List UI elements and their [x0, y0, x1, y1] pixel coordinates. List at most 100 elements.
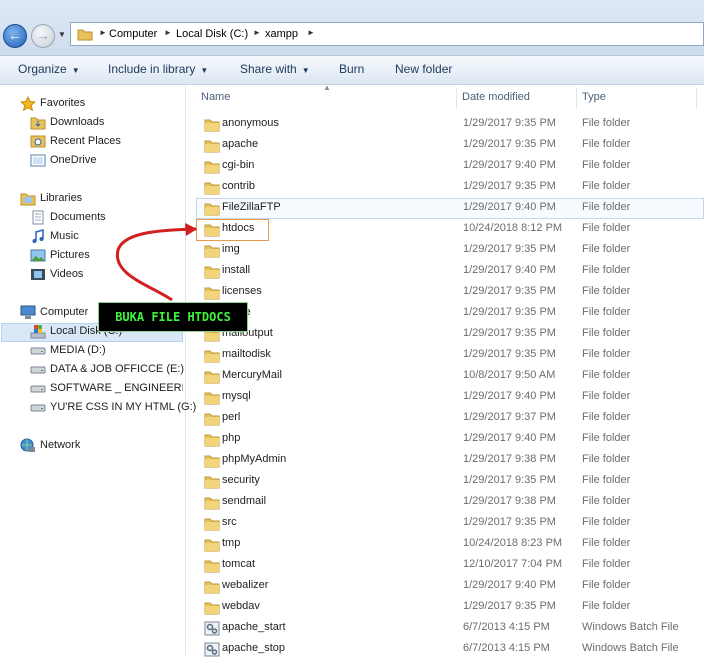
file-type: File folder: [582, 159, 631, 171]
windows-drive-icon: [30, 325, 46, 339]
burn-button[interactable]: Burn: [339, 62, 364, 76]
file-row[interactable]: licenses 1/29/2017 9:35 PM File folder: [200, 282, 690, 302]
file-row[interactable]: src 1/29/2017 9:35 PM File folder: [200, 513, 690, 533]
file-row[interactable]: phpMyAdmin 1/29/2017 9:38 PM File folder: [200, 450, 690, 470]
file-row[interactable]: security 1/29/2017 9:35 PM File folder: [200, 471, 690, 491]
file-date: 10/8/2017 9:50 AM: [463, 369, 556, 381]
organize-button[interactable]: Organize ▼: [18, 62, 80, 76]
column-header-date[interactable]: Date modified: [462, 91, 530, 103]
column-header-name[interactable]: Name: [201, 91, 230, 103]
file-row[interactable]: mailtodisk 1/29/2017 9:35 PM File folder: [200, 345, 690, 365]
onedrive-icon: [30, 154, 46, 167]
include-in-library-button[interactable]: Include in library ▼: [108, 62, 208, 76]
file-date: 1/29/2017 9:35 PM: [463, 600, 556, 612]
file-row[interactable]: apache_stop 6/7/2013 4:15 PM Windows Batch…: [200, 639, 690, 659]
breadcrumb-separator-icon[interactable]: ►: [307, 28, 315, 37]
address-field[interactable]: ► Computer ► Local Disk (C:) ► xampp ►: [70, 22, 704, 46]
videos-icon: [31, 269, 45, 280]
file-type: Windows Batch File: [582, 642, 679, 654]
file-date: 1/29/2017 9:38 PM: [463, 453, 556, 465]
file-row[interactable]: webalizer 1/29/2017 9:40 PM File folder: [200, 576, 690, 596]
history-dropdown-icon[interactable]: ▼: [58, 30, 66, 39]
file-row[interactable]: apache_start 6/7/2013 4:15 PM Windows Batc…: [200, 618, 690, 638]
file-name: MercuryMail: [222, 369, 282, 381]
nav-data-label: DATA & JOB OFFICCE (E:): [50, 363, 185, 375]
network-icon: [20, 438, 35, 452]
sort-ascending-icon: ▲: [323, 83, 331, 92]
column-divider[interactable]: [576, 87, 577, 109]
file-date: 10/24/2018 8:12 PM: [463, 222, 563, 234]
nav-software-drive[interactable]: SOFTWARE _ ENGINEERING: [30, 379, 183, 398]
file-row[interactable]: php 1/29/2017 9:40 PM File folder: [200, 429, 690, 449]
file-row[interactable]: perl 1/29/2017 9:37 PM File folder: [200, 408, 690, 428]
file-row[interactable]: MercuryMail 10/8/2017 9:50 AM File folder: [200, 366, 690, 386]
folder-icon: [204, 518, 220, 531]
breadcrumb-xampp[interactable]: xampp: [265, 28, 298, 40]
breadcrumb-separator-icon[interactable]: ►: [253, 28, 261, 37]
breadcrumb-separator-icon[interactable]: ►: [99, 28, 107, 37]
file-name: apache: [222, 138, 259, 150]
file-type: File folder: [582, 138, 631, 150]
file-date: 1/29/2017 9:35 PM: [463, 327, 556, 339]
folder-icon: [204, 245, 220, 258]
breadcrumb-local-disk[interactable]: Local Disk (C:): [176, 28, 248, 40]
breadcrumb-computer[interactable]: Computer: [109, 28, 157, 40]
file-name: security: [222, 474, 260, 486]
file-row[interactable]: htdocs 10/24/2018 8:12 PM File folder: [200, 219, 690, 239]
new-folder-button[interactable]: New folder: [395, 62, 452, 76]
nav-libraries-label: Libraries: [40, 192, 83, 204]
folder-icon: [204, 287, 220, 300]
address-bar-area: ← → ▼ ► Computer ► Local Disk (C:) ► xam…: [0, 0, 704, 56]
file-row[interactable]: webdav 1/29/2017 9:35 PM File folder: [200, 597, 690, 617]
file-row[interactable]: install 1/29/2017 9:40 PM File folder: [200, 261, 690, 281]
file-row[interactable]: sendmail 1/29/2017 9:38 PM File folder: [200, 492, 690, 512]
file-date: 1/29/2017 9:35 PM: [463, 516, 556, 528]
file-type: Windows Batch File: [582, 621, 679, 633]
folder-icon: [204, 392, 220, 405]
file-row[interactable]: FileZillaFTP 1/29/2017 9:40 PM File folder: [200, 198, 690, 218]
file-name: phpMyAdmin: [222, 453, 287, 465]
file-row[interactable]: apache 1/29/2017 9:35 PM File folder: [200, 135, 690, 155]
breadcrumb-separator-icon[interactable]: ►: [164, 28, 172, 37]
folder-icon: [204, 182, 220, 195]
file-date: 1/29/2017 9:38 PM: [463, 495, 556, 507]
folder-icon: [77, 29, 93, 41]
file-name: anonymous: [222, 117, 279, 129]
file-row[interactable]: mysql 1/29/2017 9:40 PM File folder: [200, 387, 690, 407]
file-name: tomcat: [222, 558, 256, 570]
file-row[interactable]: cgi-bin 1/29/2017 9:40 PM File folder: [200, 156, 690, 176]
file-row[interactable]: locale1/29/2017 9:35 PMFile folder: [200, 303, 690, 323]
file-row[interactable]: tomcat 12/10/2017 7:04 PM File folder: [200, 555, 690, 575]
file-type: File folder: [582, 285, 631, 297]
forward-arrow-icon: →: [36, 27, 50, 43]
file-name: contrib: [222, 180, 256, 192]
file-row[interactable]: img 1/29/2017 9:35 PM File folder: [200, 240, 690, 260]
folder-icon: [204, 266, 220, 279]
folder-icon: [204, 434, 220, 447]
file-row[interactable]: mailoutput 1/29/2017 9:35 PM File folder: [200, 324, 690, 344]
forward-button[interactable]: →: [31, 24, 55, 48]
include-label: Include in library: [108, 62, 196, 76]
nav-media-label: MEDIA (D:): [50, 344, 106, 356]
file-row[interactable]: contrib 1/29/2017 9:35 PM File folder: [200, 177, 690, 197]
folder-icon: [204, 497, 220, 510]
share-with-button[interactable]: Share with ▼: [240, 62, 310, 76]
file-name: webalizer: [222, 579, 269, 591]
file-row[interactable]: tmp 10/24/2018 8:23 PM File folder: [200, 534, 690, 554]
file-name: apache_stop: [222, 642, 285, 654]
folder-icon: [204, 140, 220, 153]
file-type: File folder: [582, 369, 631, 381]
recent-places-icon: [30, 135, 46, 148]
file-type: File folder: [582, 264, 631, 276]
file-type: File folder: [582, 600, 631, 612]
column-divider[interactable]: [696, 87, 697, 109]
back-button[interactable]: ←: [3, 24, 27, 48]
column-divider[interactable]: [456, 87, 457, 109]
file-row[interactable]: anonymous 1/29/2017 9:35 PM File folder: [200, 114, 690, 134]
file-name: install: [222, 264, 251, 276]
folder-icon: [204, 350, 220, 363]
column-header-type[interactable]: Type: [582, 91, 606, 103]
share-label: Share with: [240, 62, 297, 76]
file-date: 12/10/2017 7:04 PM: [463, 558, 563, 570]
folder-icon: [204, 560, 220, 573]
